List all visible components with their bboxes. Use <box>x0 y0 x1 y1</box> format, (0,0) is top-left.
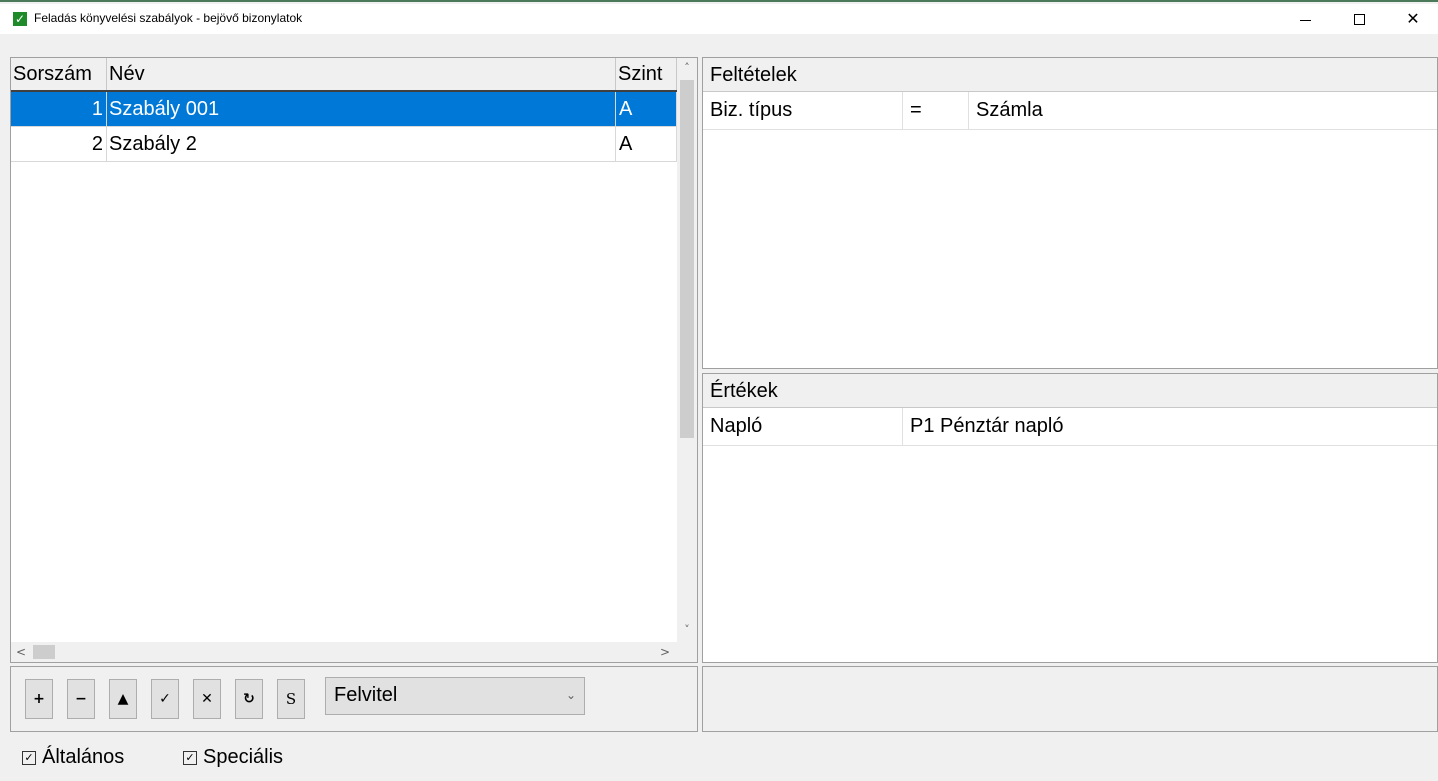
conditions-header: Feltételek <box>703 58 1437 92</box>
mode-select-value: Felvitel <box>334 684 398 706</box>
special-label: Speciális <box>203 746 284 768</box>
minimize-icon <box>1299 19 1311 21</box>
values-panel: Értékek Napló P1 Pénztár napló <box>702 373 1438 663</box>
value-field: Napló <box>703 408 903 445</box>
title-bar: ✓ Feladás könyvelési szabályok - bejövő … <box>0 4 1438 34</box>
add-button[interactable]: + <box>25 679 53 719</box>
row-name: Szabály 001 <box>107 92 616 126</box>
column-header-level[interactable]: Szint <box>616 58 677 90</box>
window-title: Feladás könyvelési szabályok - bejövő bi… <box>34 11 303 25</box>
column-header-number[interactable]: Sorszám <box>11 58 107 90</box>
chevron-down-icon: ⌄ <box>565 688 576 702</box>
checkbox-icon: ✓ <box>183 750 197 765</box>
scroll-right-icon[interactable]: > <box>655 642 675 662</box>
horizontal-scrollbar[interactable]: < > <box>11 642 697 662</box>
condition-operator: = <box>903 92 969 129</box>
vertical-scrollbar[interactable]: ˄ ˅ <box>677 58 697 642</box>
values-header: Értékek <box>703 374 1437 408</box>
status-panel <box>702 666 1438 732</box>
general-label: Általános <box>42 746 125 768</box>
confirm-button[interactable]: ✓ <box>151 679 179 719</box>
row-number: 2 <box>11 127 107 161</box>
vertical-scroll-thumb[interactable] <box>680 80 694 438</box>
mode-select[interactable]: Felvitel ⌄ <box>325 677 585 715</box>
table-row[interactable]: 1 Szabály 001 A <box>11 92 677 127</box>
row-level: A <box>616 92 677 126</box>
refresh-button[interactable]: ↻ <box>235 679 263 719</box>
maximize-button[interactable] <box>1336 4 1382 34</box>
checkmark-icon: ✓ <box>13 12 27 26</box>
maximize-icon <box>1353 13 1365 25</box>
grid-header: Sorszám Név Szint <box>11 58 677 92</box>
condition-value: Számla <box>976 99 1043 121</box>
special-checkbox[interactable]: ✓ Speciális <box>183 746 283 769</box>
table-row[interactable]: 2 Szabály 2 A <box>11 127 677 162</box>
cancel-button[interactable]: ✕ <box>193 679 221 719</box>
minimize-button[interactable] <box>1282 4 1328 34</box>
rules-window: ✓ Feladás könyvelési szabályok - bejövő … <box>0 0 1438 781</box>
horizontal-scroll-thumb[interactable] <box>33 645 55 659</box>
rules-toolbar: + − ▲ ✓ ✕ ↻ S Felvitel ⌄ <box>10 666 698 732</box>
scroll-left-icon[interactable]: < <box>11 642 31 662</box>
condition-field: Biz. típus <box>703 92 903 129</box>
general-checkbox[interactable]: ✓ Általános <box>22 746 124 769</box>
rules-grid[interactable]: Sorszám Név Szint 1 Szabály 001 A 2 Szab… <box>10 57 698 663</box>
conditions-panel: Feltételek Biz. típus = Számla <box>702 57 1438 369</box>
scroll-down-icon[interactable]: ˅ <box>677 620 697 640</box>
value-row[interactable]: Napló P1 Pénztár napló <box>703 408 1437 446</box>
row-number: 1 <box>11 92 107 126</box>
s-button[interactable]: S <box>277 679 305 719</box>
scroll-up-icon[interactable]: ˄ <box>677 58 697 78</box>
row-level: A <box>616 127 677 161</box>
move-up-button[interactable]: ▲ <box>109 679 137 719</box>
checkbox-icon: ✓ <box>22 750 36 765</box>
column-header-name[interactable]: Név <box>107 58 616 90</box>
remove-button[interactable]: − <box>67 679 95 719</box>
condition-row[interactable]: Biz. típus = Számla <box>703 92 1437 130</box>
value-value: P1 Pénztár napló <box>910 415 1064 437</box>
row-name: Szabály 2 <box>107 127 616 161</box>
close-button[interactable]: ✕ <box>1390 4 1436 34</box>
close-icon: ✕ <box>1406 9 1420 28</box>
